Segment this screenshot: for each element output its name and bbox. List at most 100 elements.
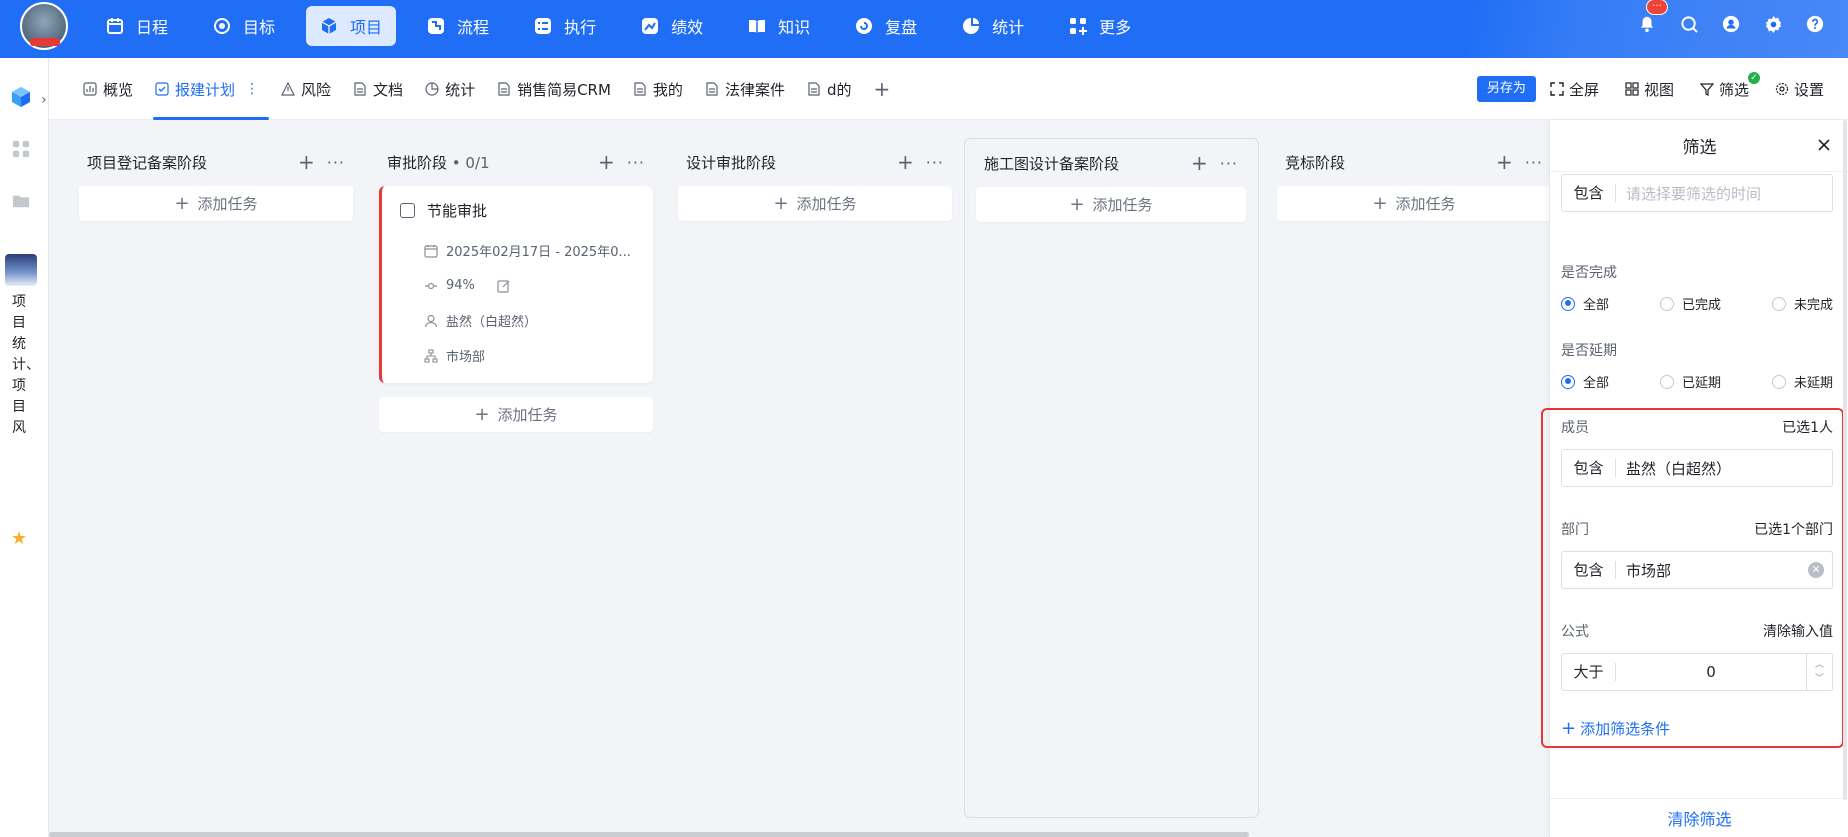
add-tab-button[interactable]: + (873, 58, 890, 120)
radio-button[interactable] (1659, 296, 1674, 311)
radio-button[interactable] (1659, 374, 1674, 389)
add-icon[interactable]: + (1191, 151, 1208, 175)
tab-risk[interactable]: 风险 (281, 58, 331, 120)
task-assignee: 盐然（白超然） (446, 315, 538, 330)
tab-plan[interactable]: 报建计划 ⋮ (153, 58, 270, 120)
radio-not-delayed[interactable]: 未延期 (1771, 372, 1833, 391)
search-icon[interactable] (1678, 13, 1700, 35)
add-icon[interactable]: + (298, 150, 315, 174)
progress-icon (425, 282, 437, 289)
task-card[interactable]: 节能审批 2025年02月17日 - 2025年0... 94% 盐然（白超然）… (379, 186, 653, 383)
tab-stats[interactable]: 统计 (425, 58, 475, 120)
horizontal-scrollbar[interactable] (49, 832, 1249, 837)
bell-icon[interactable]: ··· (1636, 0, 1668, 35)
nav-item-project[interactable]: 项目 (306, 6, 397, 46)
tab-mine[interactable]: 我的 (633, 58, 683, 120)
chevron-up-icon[interactable]: ︿ (1815, 658, 1824, 672)
more-icon[interactable]: ··· (1525, 153, 1543, 172)
add-task-button[interactable]: + 添加任务 (379, 397, 653, 432)
radio-all[interactable]: 全部 (1561, 372, 1609, 391)
add-task-button[interactable]: + 添加任务 (976, 187, 1246, 222)
tab-label: 统计 (445, 80, 476, 99)
plus-icon: + (1069, 194, 1085, 215)
tab-crm[interactable]: 销售简易CRM (497, 58, 611, 120)
filter-icon (1699, 83, 1714, 96)
formula-operator[interactable]: 大于 (1562, 663, 1616, 681)
top-right-tools: ··· (1616, 0, 1826, 35)
add-icon[interactable]: + (598, 150, 615, 174)
radio-button[interactable] (1771, 374, 1786, 389)
nav-item-review[interactable]: 复盘 (841, 6, 931, 46)
radio-button[interactable] (1771, 296, 1786, 311)
target-icon (214, 18, 231, 34)
tab-more-icon[interactable]: ⋮ (245, 81, 259, 97)
more-icon[interactable]: ··· (1220, 154, 1238, 173)
add-task-button[interactable]: + 添加任务 (79, 186, 353, 221)
add-filter-condition-button[interactable]: + 添加筛选条件 (1561, 718, 1670, 739)
tab-overview[interactable]: 概览 (83, 58, 133, 120)
nav-item-schedule[interactable]: 日程 (92, 6, 182, 46)
project-thumbnail[interactable] (5, 254, 37, 286)
edit-icon[interactable] (497, 279, 511, 293)
tab-d[interactable]: d的 (807, 58, 851, 120)
nav-item-execute[interactable]: 执行 (520, 6, 610, 46)
nav-item-more[interactable]: 更多 (1055, 6, 1145, 46)
delayed-filter: 是否延期 全部 已延期 未延期 (1561, 340, 1833, 391)
help-icon[interactable] (1804, 13, 1826, 35)
vertical-scrollbar[interactable] (1843, 120, 1847, 800)
nav-item-performance[interactable]: 绩效 (627, 6, 717, 46)
tab-docs[interactable]: 文档 (353, 58, 403, 120)
time-select[interactable]: 包含 请选择要筛选的时间 (1561, 174, 1833, 212)
settings-button[interactable]: 设置 (1775, 79, 1824, 100)
project-cube-icon[interactable] (8, 84, 34, 110)
add-task-button[interactable]: + 添加任务 (1277, 186, 1551, 221)
close-icon[interactable] (1815, 136, 1833, 154)
task-checkbox[interactable] (400, 203, 415, 218)
more-icon[interactable]: ··· (627, 153, 645, 172)
radio-delayed[interactable]: 已延期 (1659, 372, 1721, 391)
tab-legal[interactable]: 法律案件 (705, 58, 785, 120)
filter-button[interactable]: 筛选 ✓ (1699, 71, 1760, 100)
folder-icon[interactable] (8, 188, 34, 214)
chevron-down-icon[interactable]: ﹀ (1815, 672, 1824, 686)
fullscreen-button[interactable]: 全屏 (1550, 79, 1599, 100)
plus-icon: + (1372, 193, 1388, 214)
radio-button[interactable] (1561, 374, 1575, 389)
nav-item-process[interactable]: 流程 (413, 6, 503, 46)
completed-radio-group: 全部 已完成 未完成 (1561, 294, 1833, 313)
kanban-column: 审批阶段 • 0/1 + ··· 节能审批 2025年02月17日 - 2025… (379, 138, 653, 432)
nav-item-knowledge[interactable]: 知识 (734, 6, 824, 46)
add-icon[interactable]: + (897, 150, 914, 174)
formula-input[interactable]: 大于 0 ︿ ﹀ (1561, 653, 1833, 691)
radio-completed[interactable]: 已完成 (1659, 294, 1721, 313)
member-select[interactable]: 包含 盐然（白超然） (1561, 449, 1833, 487)
save-as-button[interactable]: 另存为 (1476, 76, 1536, 102)
apps-grid-icon[interactable] (8, 136, 34, 162)
delayed-label: 是否延期 (1561, 343, 1617, 359)
column-header: 施工图设计备案阶段 + ··· (976, 139, 1246, 187)
gear-icon[interactable] (1762, 13, 1784, 35)
star-icon[interactable]: ★ (11, 528, 27, 549)
radio-button[interactable] (1561, 296, 1575, 311)
time-operator[interactable]: 包含 (1562, 184, 1616, 202)
clear-icon[interactable]: ✕ (1808, 562, 1824, 578)
radio-all[interactable]: 全部 (1561, 294, 1609, 313)
number-stepper[interactable]: ︿ ﹀ (1806, 654, 1832, 690)
app-logo[interactable] (20, 2, 68, 50)
add-icon[interactable]: + (1496, 150, 1513, 174)
notification-badge: ··· (1646, 0, 1668, 15)
radio-incomplete[interactable]: 未完成 (1771, 294, 1833, 313)
nav-item-goals[interactable]: 目标 (199, 6, 289, 46)
clear-filter-button[interactable]: 清除筛选 (1550, 798, 1848, 837)
member-operator[interactable]: 包含 (1562, 459, 1616, 477)
more-icon[interactable]: ··· (327, 153, 345, 172)
add-task-button[interactable]: + 添加任务 (678, 186, 952, 221)
nav-item-stats[interactable]: 统计 (948, 6, 1038, 46)
clear-input-link[interactable]: 清除输入值 (1763, 621, 1833, 641)
department-select[interactable]: 包含 市场部 ✕ (1561, 551, 1833, 589)
formula-value[interactable]: 0 (1616, 663, 1806, 681)
user-icon[interactable] (1720, 13, 1742, 35)
view-button[interactable]: 视图 (1625, 79, 1674, 100)
department-operator[interactable]: 包含 (1562, 561, 1616, 579)
more-icon[interactable]: ··· (926, 153, 944, 172)
